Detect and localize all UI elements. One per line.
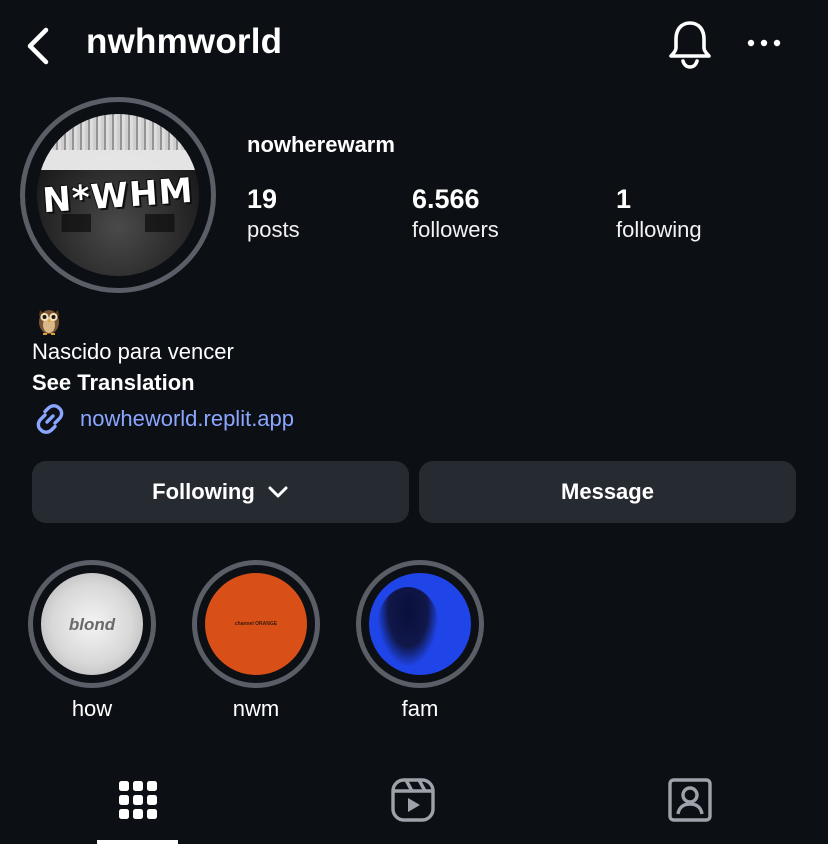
stat-followers[interactable]: 6.566 followers (412, 182, 499, 244)
profile-page: nwhmworld N*WHM nowherewarm 19 posts 6.5… (0, 0, 828, 844)
highlight-cover-text: channel ORANGE (234, 621, 278, 627)
avatar-image: N*WHM (37, 114, 199, 276)
stat-posts-value: 19 (247, 184, 278, 214)
profile-avatar[interactable]: N*WHM (20, 97, 216, 293)
profile-link-text: nowheworld.replit.app (80, 406, 295, 431)
profile-link[interactable]: nowheworld.replit.app (32, 402, 294, 436)
highlight-how[interactable]: blond how (28, 560, 156, 722)
more-options-button[interactable] (744, 28, 784, 58)
highlight-cover-text: blond (68, 615, 116, 634)
owl-emoji-icon (34, 304, 64, 336)
stat-followers-value: 6.566 (412, 184, 480, 214)
message-button-label: Message (561, 479, 654, 504)
highlight-ring: blond (28, 560, 156, 688)
tab-grid[interactable] (114, 776, 162, 824)
back-button[interactable] (24, 26, 54, 66)
stat-posts[interactable]: 19 posts (247, 182, 300, 244)
reels-icon (391, 778, 435, 822)
see-translation-link[interactable]: See Translation (32, 370, 195, 396)
highlight-cover-figure (377, 587, 439, 667)
page-title: nwhmworld (86, 22, 283, 61)
highlight-label: nwm (232, 696, 280, 721)
highlight-cover-orange: channel ORANGE (205, 573, 307, 675)
tab-tagged[interactable] (666, 776, 714, 824)
highlight-cover-blue (369, 573, 471, 675)
highlight-cover-blond: blond (41, 573, 143, 675)
highlight-ring (356, 560, 484, 688)
grid-icon (119, 781, 157, 819)
active-tab-indicator (97, 840, 178, 844)
stat-following-label: following (616, 217, 702, 242)
more-horizontal-icon (747, 39, 781, 47)
stat-following[interactable]: 1 following (616, 182, 702, 244)
highlight-label: how (71, 696, 113, 721)
notifications-button[interactable] (666, 18, 714, 70)
stat-following-value: 1 (616, 184, 632, 214)
stat-followers-label: followers (412, 217, 499, 242)
message-button[interactable]: Message (419, 461, 796, 523)
tab-reels[interactable] (389, 776, 437, 824)
link-icon (36, 404, 64, 434)
profile-display-name: nowherewarm (247, 132, 395, 157)
highlight-label: fam (401, 696, 439, 721)
tagged-person-icon (668, 778, 712, 822)
highlight-fam[interactable]: fam (356, 560, 484, 722)
avatar-hat (37, 114, 199, 170)
following-button[interactable]: Following (32, 461, 409, 523)
bell-icon (669, 21, 711, 69)
chevron-down-icon (268, 486, 288, 498)
stat-posts-label: posts (247, 217, 300, 242)
highlight-ring: channel ORANGE (192, 560, 320, 688)
bio-text: Nascido para vencer (32, 339, 234, 364)
highlight-nwm[interactable]: channel ORANGE nwm (192, 560, 320, 722)
chevron-left-icon (27, 27, 49, 65)
following-button-label: Following (152, 479, 255, 504)
